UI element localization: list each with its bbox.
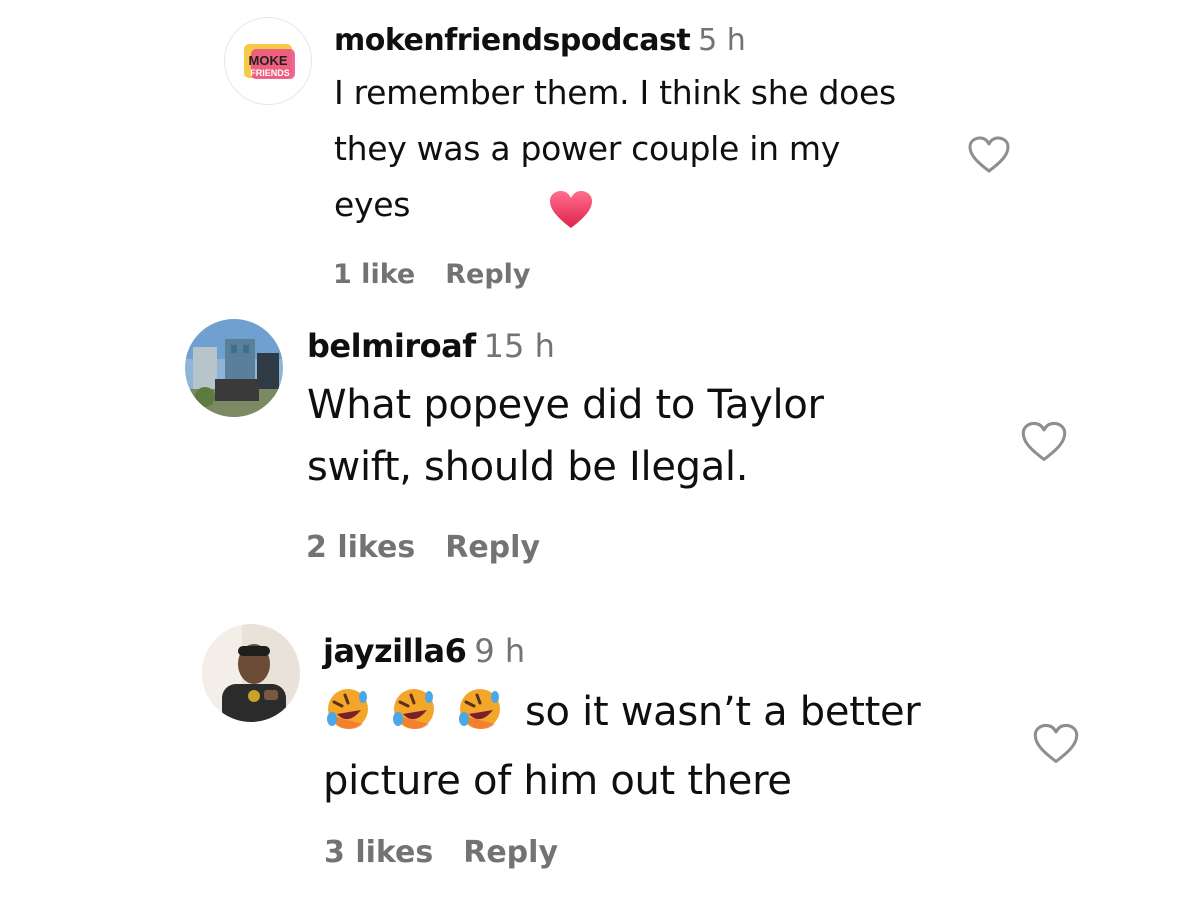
- comment-header: jayzilla6 9 h: [323, 632, 1003, 670]
- rolling-on-the-floor-laughing-emoji: [323, 686, 373, 750]
- comment-text-line: picture of him out there: [323, 758, 792, 805]
- comment-text-line: so it wasn’t a better: [323, 681, 1003, 750]
- rolling-on-the-floor-laughing-emoji: [389, 686, 439, 750]
- avatar-jayzilla6[interactable]: [202, 624, 300, 722]
- heart-outline-icon: [1033, 723, 1079, 763]
- timestamp[interactable]: 9 h: [474, 632, 525, 670]
- comment-text-content: so it wasn’t a better: [525, 689, 921, 736]
- reply-button[interactable]: Reply: [463, 835, 558, 870]
- rolling-on-the-floor-laughing-emoji: [455, 686, 505, 750]
- comment-jayzilla6: jayzilla6 9 h so it wasn’t a better pict…: [0, 0, 1200, 900]
- likes-count[interactable]: 3 likes: [324, 835, 433, 870]
- username[interactable]: jayzilla6: [323, 632, 467, 670]
- like-button[interactable]: [1032, 722, 1080, 766]
- comment-actions: 3 likes Reply: [324, 835, 558, 870]
- comment-text: so it wasn’t a better picture of him out…: [323, 681, 1003, 812]
- comment-body: jayzilla6 9 h so it wasn’t a better pict…: [323, 632, 1003, 812]
